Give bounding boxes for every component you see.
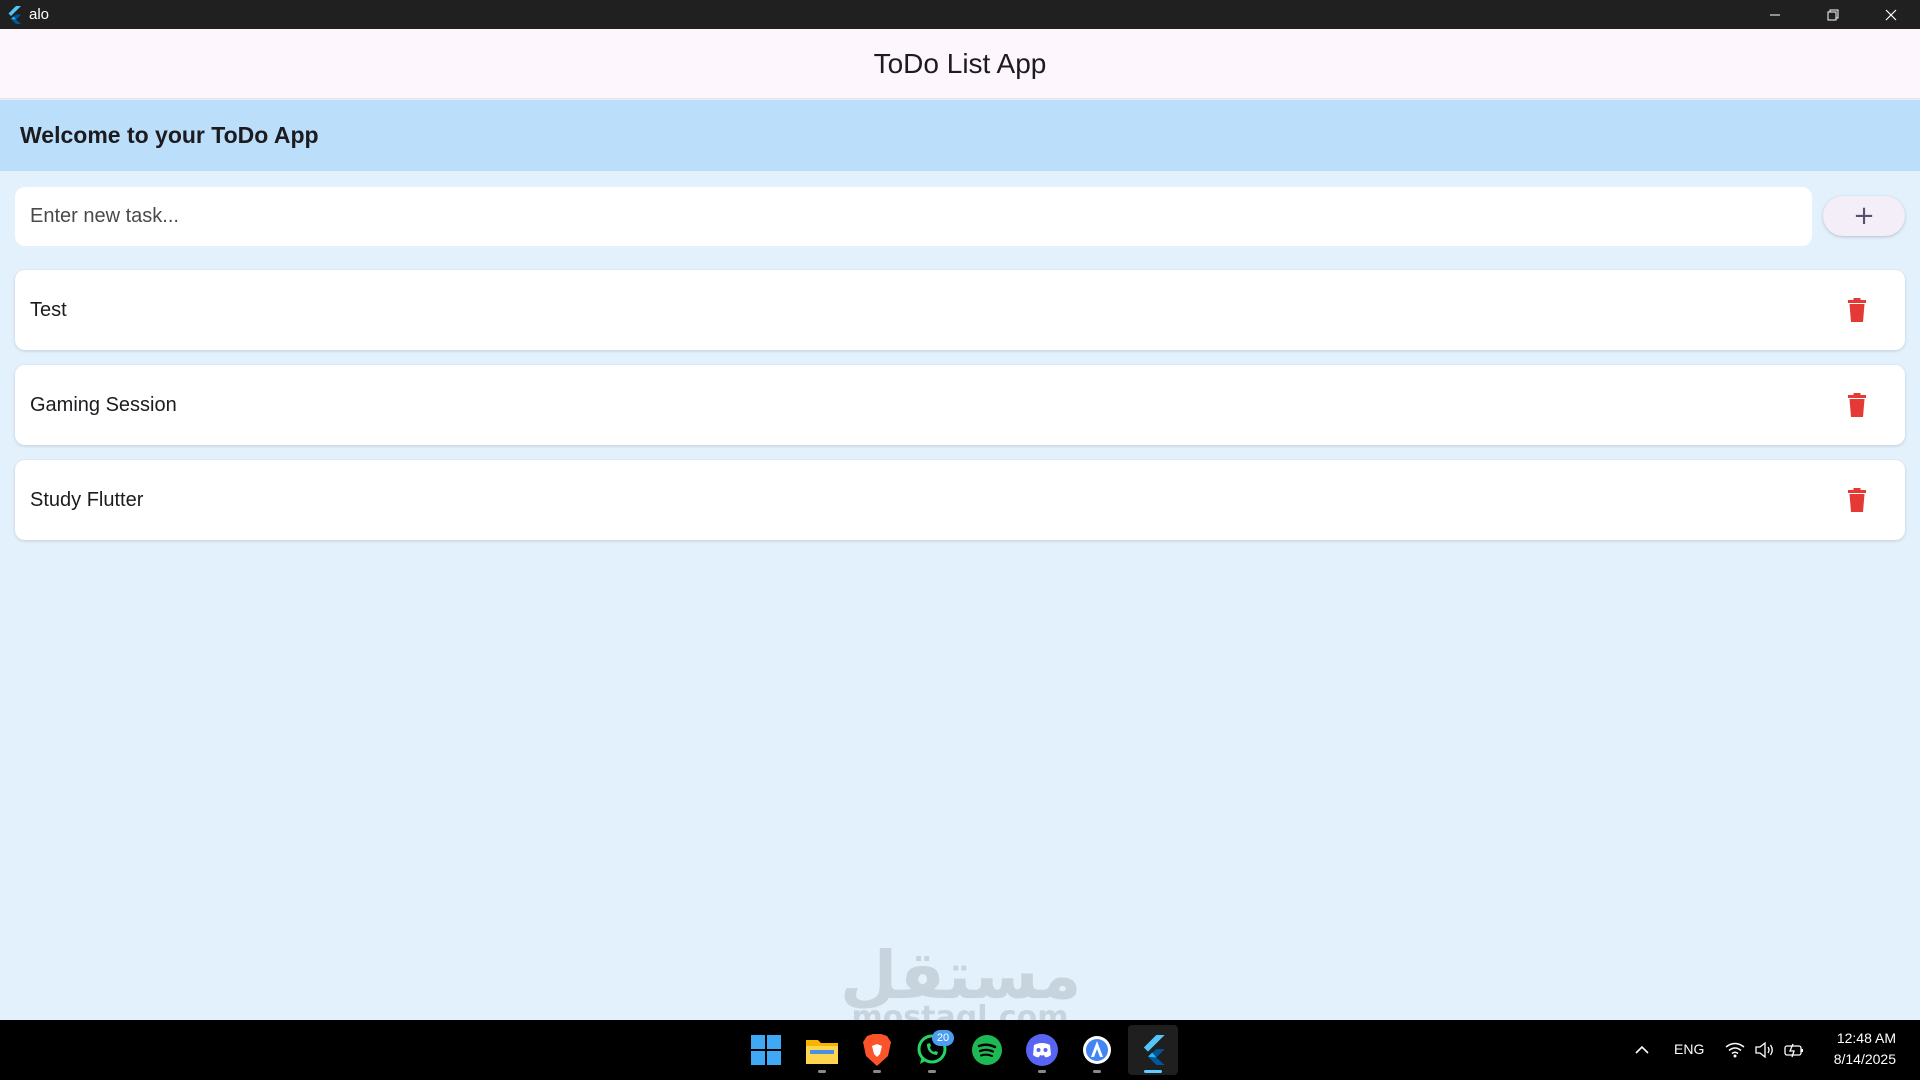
wifi-icon[interactable] [1718,1032,1752,1068]
task-item: Gaming Session [15,365,1905,445]
minimize-button[interactable] [1746,0,1804,29]
app-running-indicator [1093,1070,1101,1073]
delete-task-button[interactable] [1837,385,1877,425]
app-running-indicator [928,1070,936,1073]
notification-badge: 20 [932,1030,954,1046]
restore-icon [1827,9,1839,20]
trash-icon [1848,393,1866,417]
trash-icon [1848,488,1866,512]
delete-task-button[interactable] [1837,290,1877,330]
trash-icon [1848,298,1866,322]
battery-icon[interactable] [1778,1032,1812,1068]
android-studio-icon[interactable] [1079,1032,1115,1068]
delete-task-button[interactable] [1837,480,1877,520]
brave-browser-icon[interactable] [859,1032,895,1068]
restore-button[interactable] [1804,0,1862,29]
volume-icon[interactable] [1748,1032,1782,1068]
windows-start-icon[interactable] [748,1032,784,1068]
task-label: Gaming Session [30,393,177,416]
close-icon [1885,9,1897,20]
active-app-indicator [1144,1070,1162,1073]
task-label: Test [30,298,67,321]
minimize-icon [1770,14,1780,15]
discord-icon[interactable] [1024,1032,1060,1068]
task-label: Study Flutter [30,488,144,511]
flutter-icon[interactable] [1135,1032,1171,1068]
app-bar: ToDo List App [0,29,1920,99]
watermark-logo: مستقل mostaql.com [840,937,1082,1033]
new-task-input[interactable] [15,187,1812,246]
language-indicator[interactable]: ENG [1674,1041,1704,1057]
watermark-arabic: مستقل [840,937,1082,1014]
close-button[interactable] [1862,0,1920,29]
app-running-indicator [818,1070,826,1073]
welcome-text: Welcome to your ToDo App [20,122,319,148]
chevron-up-icon[interactable] [1624,1032,1660,1068]
window-title: alo [29,6,50,23]
app-title: ToDo List App [873,47,1047,79]
app-running-indicator [1038,1070,1046,1073]
flutter-icon [4,5,24,25]
app-running-indicator [873,1070,881,1073]
window-titlebar: alo [0,0,1920,29]
clock-time[interactable]: 12:48 AM [1831,1030,1896,1046]
welcome-banner: Welcome to your ToDo App [0,100,1920,171]
file-explorer-icon[interactable] [804,1032,840,1068]
task-item: Study Flutter [15,460,1905,540]
spotify-icon[interactable] [969,1032,1005,1068]
add-task-button[interactable]: + [1823,196,1905,236]
clock-date[interactable]: 8/14/2025 [1827,1051,1896,1067]
task-item: Test [15,270,1905,350]
